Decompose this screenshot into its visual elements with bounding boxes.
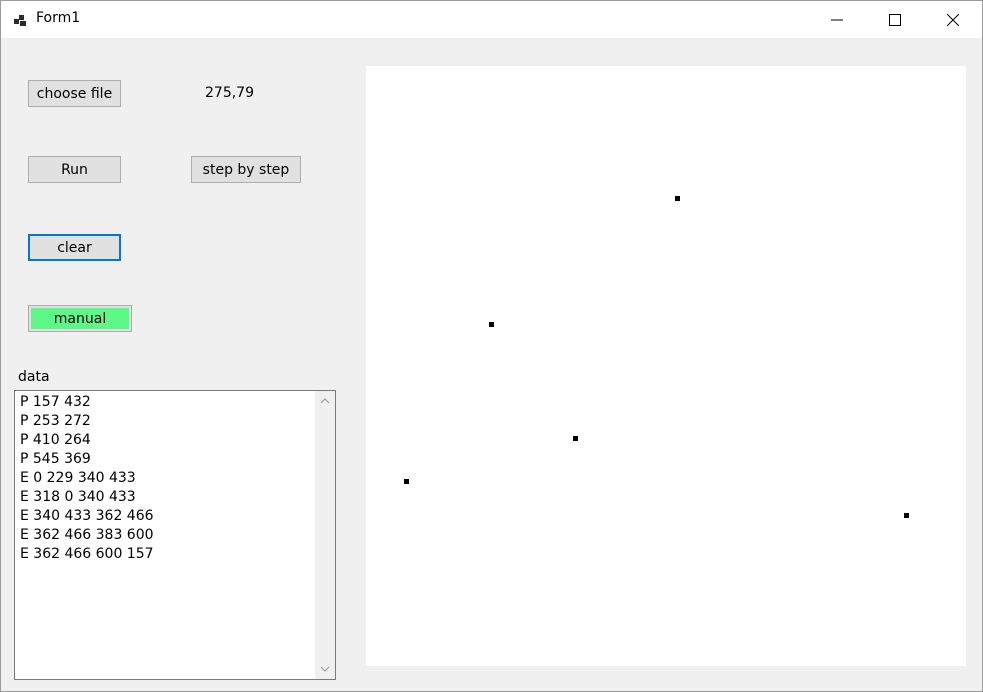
data-line: P 410 264 [20, 432, 91, 448]
data-line: E 0 229 340 433 [20, 470, 136, 486]
clear-button[interactable]: clear [28, 234, 121, 261]
scroll-up-button[interactable] [315, 391, 335, 411]
data-line: E 340 433 362 466 [20, 508, 154, 524]
choose-file-button[interactable]: choose file [28, 80, 121, 107]
chevron-down-icon [320, 666, 330, 672]
canvas-point [675, 196, 680, 201]
minimize-icon [831, 19, 843, 20]
drawing-canvas[interactable] [366, 66, 966, 666]
data-line: P 157 432 [20, 394, 91, 410]
data-line: P 545 369 [20, 451, 91, 467]
canvas-point [904, 513, 909, 518]
canvas-point [573, 436, 578, 441]
manual-button-label: manual [31, 308, 129, 329]
data-lines: P 157 432 P 253 272 P 410 264 P 545 369 E 0 … [20, 393, 154, 564]
canvas-point [489, 322, 494, 327]
vertical-scrollbar[interactable] [315, 391, 335, 679]
data-line: E 362 466 383 600 [20, 527, 154, 543]
maximize-icon [889, 13, 901, 26]
close-button[interactable] [924, 1, 982, 38]
window-title: Form1 [36, 10, 81, 26]
data-textbox[interactable]: P 157 432 P 253 272 P 410 264 P 545 369 E 0 … [14, 390, 336, 680]
scroll-down-button[interactable] [315, 659, 335, 679]
data-line: P 253 272 [20, 413, 91, 429]
step-by-step-button[interactable]: step by step [191, 156, 301, 183]
chevron-up-icon [320, 398, 330, 404]
minimize-button[interactable] [808, 1, 866, 38]
close-icon [947, 13, 959, 26]
form-client-area: choose file 275,79 Run step by step clea… [1, 38, 982, 691]
data-line: E 362 466 600 157 [20, 546, 154, 562]
run-button[interactable]: Run [28, 156, 121, 183]
coordinate-readout: 275,79 [205, 85, 254, 101]
title-bar[interactable]: Form1 [1, 1, 982, 38]
canvas-point [404, 479, 409, 484]
app-icon [14, 15, 26, 26]
data-line: E 318 0 340 433 [20, 489, 136, 505]
form-window: Form1 choose file 275,79 Run step by ste… [0, 0, 983, 692]
manual-button[interactable]: manual [28, 305, 132, 332]
maximize-button[interactable] [866, 1, 924, 38]
data-label: data [18, 369, 50, 385]
